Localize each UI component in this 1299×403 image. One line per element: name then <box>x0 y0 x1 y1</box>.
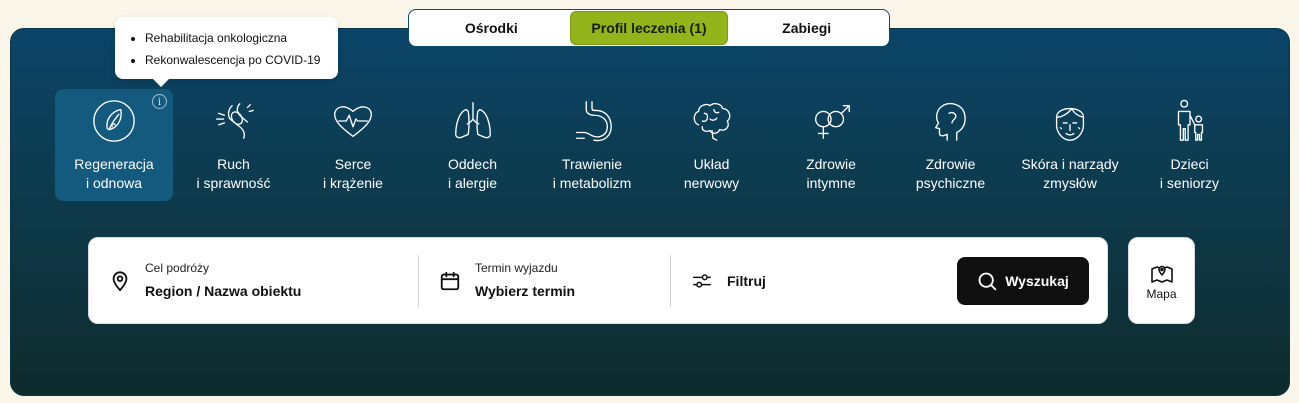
category-label: Ruch i sprawność <box>169 155 299 193</box>
category-label-line1: Serce <box>334 156 372 172</box>
category-label: Regeneracja i odnowa <box>49 155 179 193</box>
head-profile-icon <box>927 97 975 145</box>
term-value: Wybierz termin <box>475 282 576 299</box>
map-pin-icon <box>112 270 128 291</box>
term-label: Termin wyjazdu <box>475 260 558 275</box>
category-label: Skóra i narządy zmysłów <box>1005 155 1135 193</box>
filter-button[interactable]: Filtruj <box>671 255 957 307</box>
category-list: i Regeneracja i odnowa Ruch i sprawność … <box>55 89 1225 201</box>
tab-zabiegi[interactable]: Zabiegi <box>728 12 885 44</box>
category-skora[interactable]: Skóra i narządy zmysłów <box>1011 89 1129 201</box>
search-panel <box>10 28 1290 396</box>
category-label-line1: Zdrowie <box>925 156 976 172</box>
category-oddech[interactable]: Oddech i alergie <box>414 89 532 201</box>
destination-field[interactable]: Cel podróży Region / Nazwa obiektu <box>89 254 419 307</box>
category-uklad-nerwowy[interactable]: Układ nerwowy <box>653 89 771 201</box>
sliders-icon <box>693 273 711 288</box>
search-icon <box>978 272 997 290</box>
category-label-line1: Trawienie <box>561 156 623 172</box>
category-label-line1: Zdrowie <box>806 156 856 172</box>
destination-value: Region / Nazwa obiektu <box>145 282 302 299</box>
category-label: Serce i krążenie <box>288 155 418 193</box>
category-zdrowie-psychiczne[interactable]: Zdrowie psychiczne <box>892 89 1010 201</box>
tab-osrodki[interactable]: Ośrodki <box>413 12 570 44</box>
category-label: Zdrowie intymne <box>766 155 896 193</box>
destination-text: Cel podróży Region / Nazwa obiektu <box>145 260 301 302</box>
stomach-icon <box>568 97 616 145</box>
map-label: Mapa <box>1146 286 1177 301</box>
tooltip-item: Rekonwalescencja po COVID-19 <box>145 49 328 71</box>
category-label-line1: Dzieci <box>1170 156 1209 172</box>
search-button[interactable]: Wyszukaj <box>957 256 1089 305</box>
category-label-line2: psychiczne <box>915 175 986 191</box>
tooltip-item: Rehabilitacja onkologiczna <box>145 27 328 49</box>
category-label-line2: i sprawność <box>196 175 271 191</box>
category-label: Dzieci i seniorzy <box>1125 155 1255 193</box>
leaf-icon <box>90 97 138 145</box>
face-icon <box>1046 97 1094 145</box>
category-label-line2: i alergie <box>447 175 498 191</box>
category-label: Układ nerwowy <box>647 155 777 193</box>
category-label-line1: Układ <box>693 156 730 172</box>
category-label-line2: zmysłów <box>1043 175 1097 191</box>
filter-label: Filtruj <box>727 272 766 289</box>
category-regeneracja[interactable]: i Regeneracja i odnowa <box>55 89 173 201</box>
category-label: Zdrowie psychiczne <box>886 155 1016 193</box>
category-label: Oddech i alergie <box>408 155 538 193</box>
search-bar: Cel podróży Region / Nazwa obiektu Termi… <box>88 237 1108 324</box>
term-text: Termin wyjazdu Wybierz termin <box>475 260 575 302</box>
category-label-line1: Ruch <box>217 156 250 172</box>
category-label-line1: Skóra i narządy <box>1021 156 1119 172</box>
term-field[interactable]: Termin wyjazdu Wybierz termin <box>419 254 671 307</box>
category-trawienie[interactable]: Trawienie i metabolizm <box>533 89 651 201</box>
category-label-line2: intymne <box>806 175 856 191</box>
category-label: Trawienie i metabolizm <box>527 155 657 193</box>
tab-profil-leczenia[interactable]: Profil leczenia (1) <box>569 11 729 45</box>
category-ruch[interactable]: Ruch i sprawność <box>175 89 293 201</box>
knee-joint-icon <box>210 97 258 145</box>
category-label-line2: i metabolizm <box>552 175 632 191</box>
map-button[interactable]: Mapa <box>1128 237 1195 324</box>
calendar-icon <box>440 271 460 290</box>
tab-bar: Ośrodki Profil leczenia (1) Zabiegi <box>408 9 890 47</box>
destination-label: Cel podróży <box>145 260 210 275</box>
category-label-line2: nerwowy <box>683 175 740 191</box>
category-label-line1: Regeneracja <box>74 156 154 172</box>
category-label-line2: i odnowa <box>85 175 143 191</box>
family-icon <box>1166 97 1214 145</box>
info-icon[interactable]: i <box>152 94 167 109</box>
heart-pulse-icon <box>329 97 377 145</box>
gender-symbols-icon <box>807 97 855 145</box>
tooltip-list: Rehabilitacja onkologiczna Rekonwalescen… <box>129 27 328 71</box>
map-icon <box>1150 265 1173 283</box>
category-dzieci[interactable]: Dzieci i seniorzy <box>1131 89 1249 201</box>
brain-icon <box>688 97 736 145</box>
category-zdrowie-intymne[interactable]: Zdrowie intymne <box>772 89 890 201</box>
category-label-line2: i seniorzy <box>1159 175 1220 191</box>
category-serce[interactable]: Serce i krążenie <box>294 89 412 201</box>
category-label-line2: i krążenie <box>323 175 383 191</box>
category-label-line1: Oddech <box>447 156 498 172</box>
search-button-label: Wyszukaj <box>1005 272 1069 289</box>
selection-tooltip: Rehabilitacja onkologiczna Rekonwalescen… <box>115 17 338 87</box>
lungs-icon <box>449 97 497 145</box>
